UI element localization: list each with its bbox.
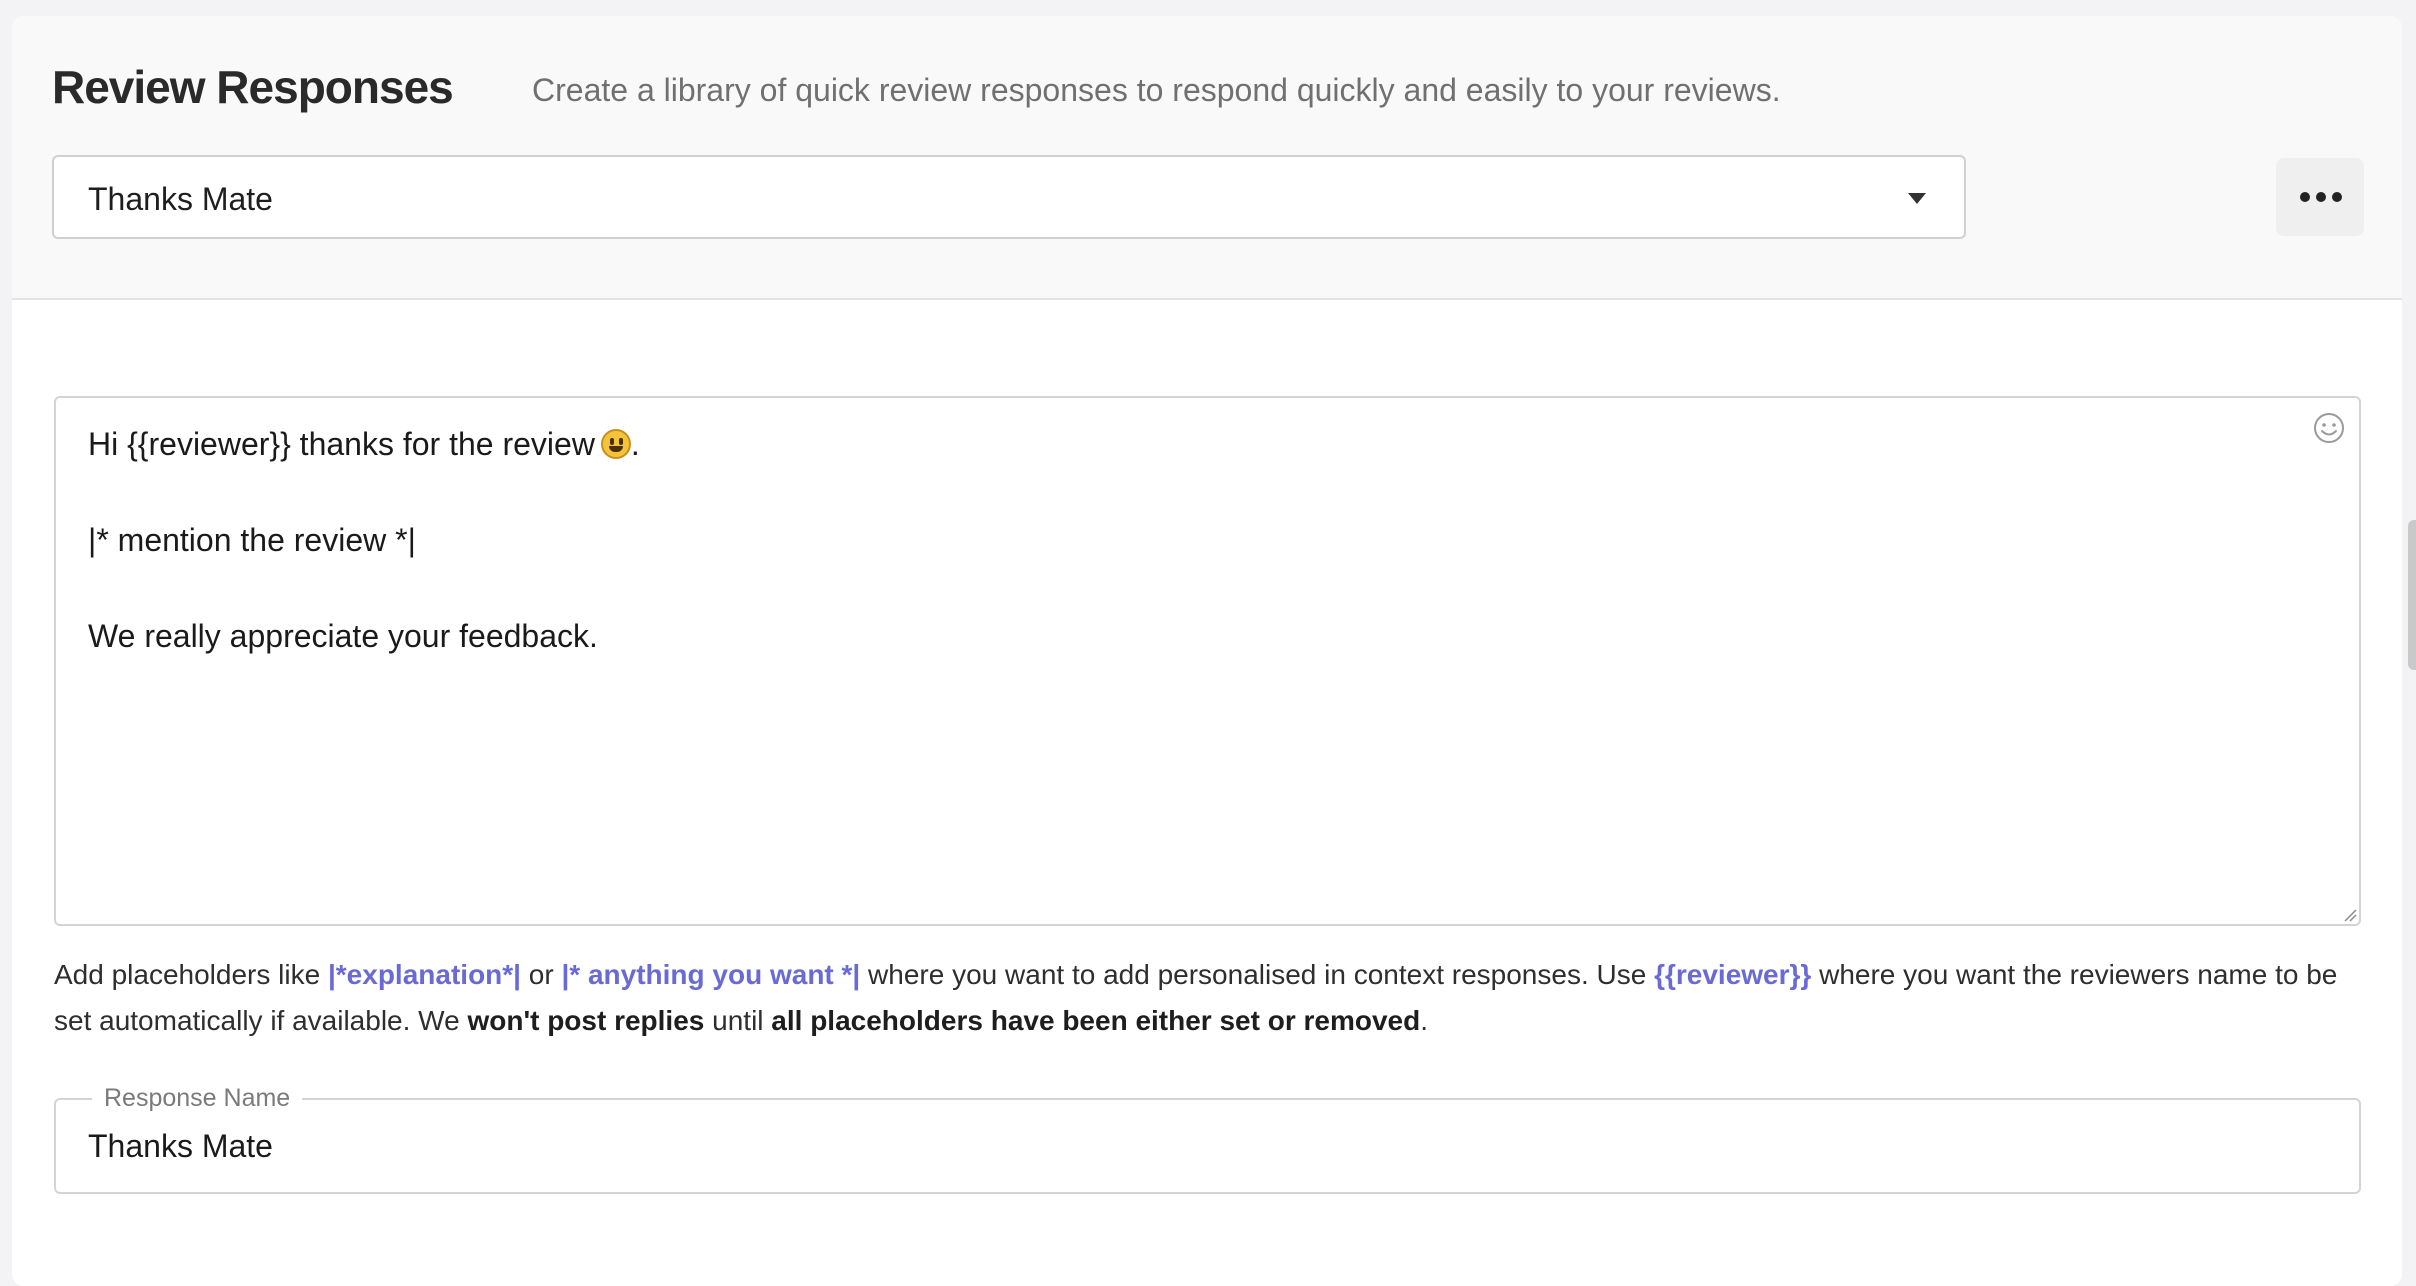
editor-greeting-text: Hi {{reviewer}} thanks for the review [88, 426, 595, 462]
placeholder-reviewer: {{reviewer}} [1654, 959, 1812, 990]
editor-line-placeholder: |* mention the review *| [88, 522, 416, 558]
placeholder-explanation: |*explanation*| [327, 959, 521, 990]
grinning-emoji-icon [600, 429, 631, 459]
help-text-6: . [1420, 1005, 1428, 1036]
page-subtitle: Create a library of quick review respons… [532, 72, 1781, 108]
response-name-input[interactable] [88, 1128, 2288, 1165]
response-select-value: Thanks Mate [88, 181, 273, 217]
help-text-2: or [521, 959, 562, 990]
help-bold-placeholders: all placeholders have been either set or… [771, 1005, 1421, 1036]
response-name-label: Response Name [92, 1084, 303, 1113]
editor-line-closing: We really appreciate your feedback. [88, 618, 598, 654]
editor-line-greeting: Hi {{reviewer}} thanks for the review. [88, 426, 640, 463]
page-header: Review Responses Create a library of qui… [12, 16, 2402, 300]
placeholder-anything: |* anything you want *| [561, 959, 861, 990]
more-options-button[interactable] [2276, 158, 2364, 236]
page-title: Review Responses [52, 61, 454, 113]
help-bold-no-post: won't post replies [467, 1005, 705, 1036]
smile-icon[interactable] [2313, 412, 2345, 444]
response-select[interactable]: Thanks Mate [52, 155, 1966, 239]
editor-greeting-end: . [630, 426, 640, 462]
help-text-5: until [704, 1005, 772, 1036]
resize-handle-icon[interactable] [2341, 906, 2357, 922]
placeholder-help-text: Add placeholders like |*explanation*| or… [54, 952, 2364, 1044]
response-name-field: Response Name [54, 1084, 2361, 1194]
help-text-1: Add placeholders like [54, 959, 328, 990]
review-responses-card: Review Responses Create a library of qui… [12, 16, 2402, 1286]
caret-down-icon [1908, 193, 1926, 204]
help-text-3: where you want to add personalised in co… [860, 959, 1655, 990]
side-panel-tab[interactable] [2408, 520, 2416, 670]
response-text-editor[interactable]: Hi {{reviewer}} thanks for the review. |… [54, 396, 2361, 926]
more-horizontal-icon [2300, 192, 2342, 202]
